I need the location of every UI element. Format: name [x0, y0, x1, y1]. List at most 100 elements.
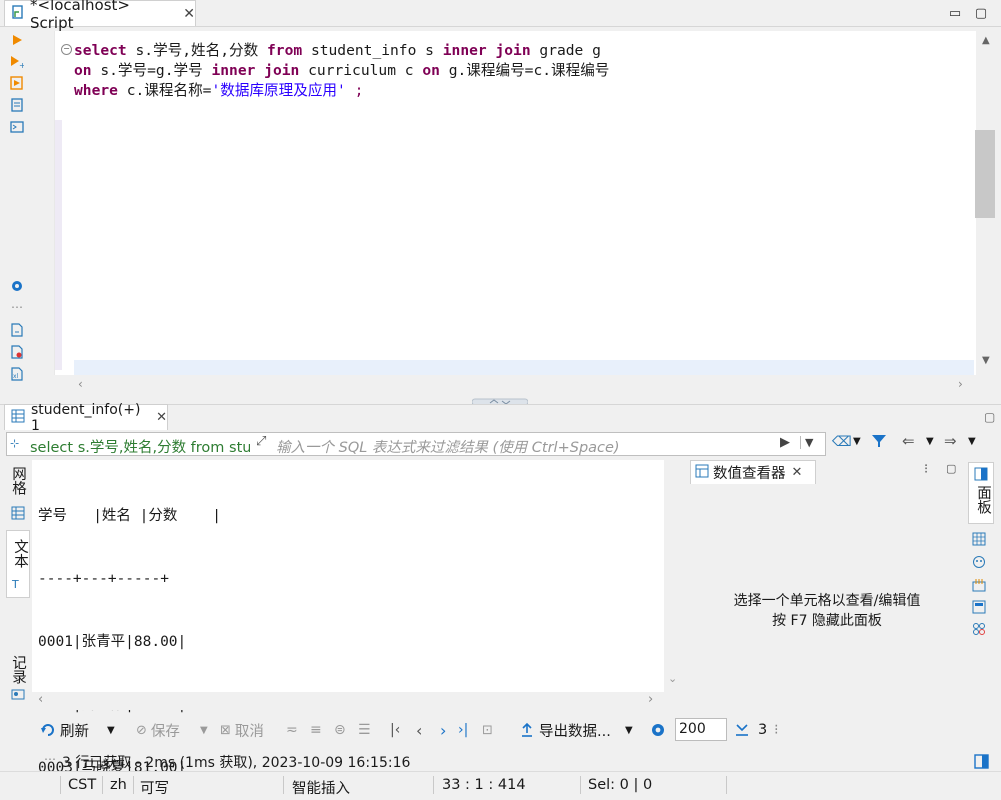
- editor-tab-title: *<localhost> Script: [30, 0, 130, 32]
- tab-panels-label: 面板: [975, 485, 991, 514]
- editor-horizontal-scrollbar[interactable]: ‹ ›: [74, 375, 976, 395]
- value-viewer-hint: 选择一个单元格以查看/编辑值: [733, 593, 921, 609]
- cancel-label: 取消: [234, 723, 264, 740]
- scroll-left-icon[interactable]: ‹: [78, 377, 83, 391]
- row-count: 3: [758, 722, 768, 738]
- right-panel-tools: 面板: [966, 460, 998, 705]
- fold-toggle-icon[interactable]: −: [61, 44, 72, 55]
- next-page-icon[interactable]: ›: [440, 716, 446, 744]
- panels-icon: [974, 467, 988, 481]
- panel-maximize-icon[interactable]: ▢: [946, 462, 956, 475]
- status-insert-mode: 智能插入: [292, 781, 350, 797]
- filter-input[interactable]: 输入一个 SQL 表达式来过滤结果 (使用 Ctrl+Space): [276, 436, 776, 456]
- scroll-down-icon[interactable]: ⌄: [668, 672, 677, 685]
- toolbar-more-icon[interactable]: ⁝: [774, 716, 779, 744]
- scroll-down-icon[interactable]: ▼: [982, 355, 990, 366]
- results-vertical-scrollbar[interactable]: ⌄: [664, 460, 684, 692]
- first-page-icon[interactable]: |‹: [390, 716, 400, 744]
- more-icon[interactable]: ⋯: [9, 299, 25, 315]
- settings-icon[interactable]: [9, 278, 25, 294]
- close-icon[interactable]: ✕: [792, 465, 803, 480]
- refresh-dropdown-icon[interactable]: ▼: [107, 716, 115, 744]
- sql-code[interactable]: select s.学号,姓名,分数 from student_info s in…: [74, 41, 609, 101]
- value-viewer-tab[interactable]: 数值查看器 ✕: [690, 460, 816, 484]
- scroll-right-icon[interactable]: ›: [958, 377, 963, 391]
- apply-filter-icon[interactable]: ▶: [780, 435, 790, 450]
- table-icon: [11, 409, 25, 427]
- view-menu-icon[interactable]: ⁝: [924, 462, 928, 477]
- metadata-icon[interactable]: [972, 600, 986, 618]
- result-row: 0001|张青平|88.00|: [38, 634, 187, 650]
- status-locale: zh: [110, 777, 127, 793]
- results-tab[interactable]: student_info(+) 1 ✕: [4, 402, 168, 434]
- result-text[interactable]: 学号 |姓名 |分数 | ----+---+-----+ 0001|张青平|88…: [38, 464, 221, 800]
- edit-row-icon[interactable]: ≂: [286, 716, 298, 744]
- back-dropdown-icon[interactable]: ▼: [926, 436, 934, 447]
- more-icon[interactable]: ⋯: [44, 752, 56, 766]
- back-icon[interactable]: ⇐: [902, 432, 915, 450]
- fetch-size-input[interactable]: 200: [675, 718, 727, 741]
- maximize-icon[interactable]: ▢: [974, 6, 988, 21]
- console-icon[interactable]: [9, 119, 25, 135]
- tab-grid[interactable]: 网格: [8, 466, 30, 524]
- filter-icon[interactable]: [871, 433, 887, 453]
- expand-icon[interactable]: ⤢: [256, 434, 266, 449]
- grid-layout-icon[interactable]: [972, 532, 986, 550]
- export-script-icon[interactable]: xl: [9, 366, 25, 382]
- left-toolbar: + ⋯ xl: [0, 27, 30, 381]
- scroll-right-icon[interactable]: ›: [648, 692, 653, 707]
- save-dropdown-icon[interactable]: ▼: [200, 716, 208, 744]
- filter-query-text[interactable]: select s.学号,姓名,分数 from student_info s: [30, 436, 250, 454]
- status-bar: CST zh 可写 智能插入 33 : 1 : 414 Sel: 0 | 0: [0, 771, 1001, 799]
- tab-record-label: 记录: [10, 655, 26, 684]
- delete-row-icon[interactable]: ☰: [358, 716, 371, 744]
- load-script-icon[interactable]: [9, 322, 25, 338]
- cancel-button[interactable]: ⊠ 取消: [220, 716, 264, 744]
- close-icon[interactable]: ✕: [183, 6, 195, 22]
- close-icon[interactable]: ✕: [156, 410, 167, 425]
- save-button[interactable]: ⊘ 保存: [136, 716, 180, 744]
- status-cursor-position: 33 : 1 : 414: [442, 777, 526, 793]
- scroll-left-icon[interactable]: ‹: [38, 692, 43, 707]
- settings-icon[interactable]: [650, 716, 666, 744]
- scroll-up-icon[interactable]: ▲: [982, 35, 990, 46]
- results-horizontal-scrollbar[interactable]: ‹ ›: [32, 692, 664, 710]
- references-icon[interactable]: [972, 555, 986, 573]
- tab-panels[interactable]: 面板: [968, 462, 994, 524]
- calc-icon[interactable]: [972, 578, 986, 596]
- eraser-icon[interactable]: ⌫: [832, 434, 852, 450]
- fetch-all-icon[interactable]: ⊡: [482, 716, 493, 744]
- execute-statement-icon[interactable]: [9, 32, 25, 48]
- row-count-icon[interactable]: [734, 716, 750, 744]
- execute-script-icon[interactable]: [9, 75, 25, 91]
- refresh-button[interactable]: 刷新: [40, 716, 89, 744]
- copy-row-icon[interactable]: ⊜: [334, 716, 346, 744]
- filter-history-icon[interactable]: ▼: [800, 436, 813, 449]
- script-file-icon: [10, 4, 26, 24]
- sql-query-icon: ⊹: [10, 437, 20, 450]
- add-row-icon[interactable]: ≡: [310, 716, 322, 744]
- eraser-dropdown-icon[interactable]: ▼: [853, 436, 861, 447]
- last-page-icon[interactable]: ›|: [458, 716, 468, 744]
- minimize-icon[interactable]: ▭: [948, 6, 962, 21]
- execution-plan-icon[interactable]: [9, 97, 25, 113]
- export-data-button[interactable]: 导出数据...: [520, 716, 611, 744]
- editor-tab[interactable]: *<localhost> Script ✕: [4, 0, 196, 32]
- execute-statement-new-tab-icon[interactable]: +: [9, 54, 25, 70]
- previous-page-icon[interactable]: ‹: [416, 716, 422, 744]
- current-line-highlight: [74, 360, 974, 375]
- save-script-icon[interactable]: [9, 344, 25, 360]
- editor-scroll-thumb[interactable]: [975, 130, 995, 218]
- grid-icon: [11, 506, 25, 520]
- panel-maximize-icon[interactable]: ▢: [984, 410, 995, 424]
- tab-text-label: 文本: [12, 539, 28, 568]
- groupings-icon[interactable]: [972, 622, 986, 640]
- tab-record[interactable]: 记录: [8, 655, 30, 705]
- tab-text[interactable]: 文本 T: [6, 530, 30, 598]
- export-dropdown-icon[interactable]: ▼: [625, 716, 633, 744]
- panel-resize-sash[interactable]: [471, 394, 529, 406]
- forward-icon[interactable]: ⇒: [944, 432, 957, 450]
- text-icon: T: [11, 578, 19, 591]
- forward-dropdown-icon[interactable]: ▼: [968, 436, 976, 447]
- export-icon: [522, 722, 532, 737]
